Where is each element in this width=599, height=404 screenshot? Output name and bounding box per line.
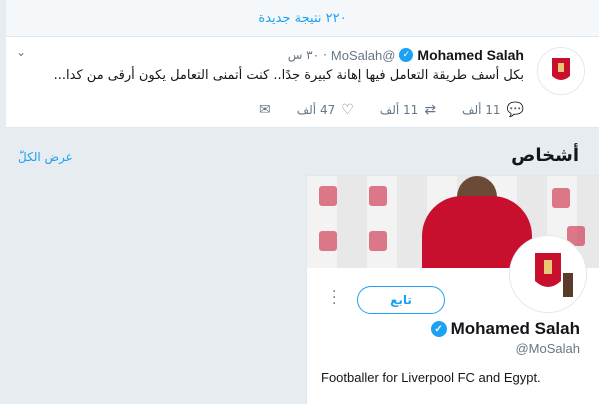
tweet-author-name[interactable]: Mohamed Salah <box>417 47 524 63</box>
tweet[interactable]: Mohamed Salah ✓ @MoSalah · ٣٠ س ⌄ بكل أس… <box>6 37 599 128</box>
tweet-header: Mohamed Salah ✓ @MoSalah · ٣٠ س <box>288 47 524 63</box>
verified-badge-icon: ✓ <box>399 48 414 62</box>
heart-icon: ♡ <box>341 102 354 118</box>
user-card-bio: Footballer for Liverpool FC and Egypt. <box>321 370 541 385</box>
more-options-icon[interactable]: · · · <box>332 285 336 311</box>
retweet-button[interactable]: ⇄ 11 ألف <box>380 102 436 118</box>
view-all-link[interactable]: عرض الكلّ <box>18 150 73 164</box>
user-card-name[interactable]: Mohamed Salah <box>451 319 580 339</box>
tweet-time-separator: · <box>323 48 327 62</box>
retweet-count: 11 ألف <box>379 103 419 117</box>
retweet-icon: ⇄ <box>424 102 437 118</box>
reply-count: 11 ألف <box>462 103 501 117</box>
new-results-banner[interactable]: ٢٢٠ نتيجة جديدة <box>6 0 599 37</box>
new-results-text[interactable]: ٢٢٠ نتيجة جديدة <box>258 11 346 26</box>
liverpool-crest-icon <box>538 48 584 94</box>
tweet-actions: 💬 11 ألف ⇄ 11 ألف ♡ 47 ألف ✉ <box>259 102 524 118</box>
verified-badge-icon: ✓ <box>430 321 447 337</box>
people-section-title: أشخاص <box>511 145 579 166</box>
user-card-name-row: ✓ Mohamed Salah <box>430 319 580 339</box>
mail-icon: ✉ <box>258 102 271 118</box>
like-button[interactable]: ♡ 47 ألف <box>297 102 354 118</box>
tweet-text: بكل أسف طريقة التعامل فيها إهانة كبيرة ج… <box>53 68 524 83</box>
user-card-avatar[interactable] <box>510 236 586 312</box>
like-count: 47 ألف <box>296 103 336 117</box>
user-card-handle[interactable]: @MoSalah <box>515 341 580 356</box>
follow-button[interactable]: تابع <box>357 286 445 314</box>
direct-message-button[interactable]: ✉ <box>259 102 271 118</box>
tweet-avatar[interactable] <box>537 47 585 95</box>
liverpool-crest-icon <box>513 239 583 309</box>
tweet-author-handle[interactable]: @MoSalah <box>331 48 396 63</box>
reply-icon: 💬 <box>506 102 524 118</box>
chevron-down-icon[interactable]: ⌄ <box>16 45 26 59</box>
user-card[interactable]: تابع · · · ✓ Mohamed Salah @MoSalah Footba… <box>306 175 599 404</box>
tweet-timestamp[interactable]: ٣٠ س <box>288 48 319 62</box>
reply-button[interactable]: 💬 11 ألف <box>462 102 524 118</box>
